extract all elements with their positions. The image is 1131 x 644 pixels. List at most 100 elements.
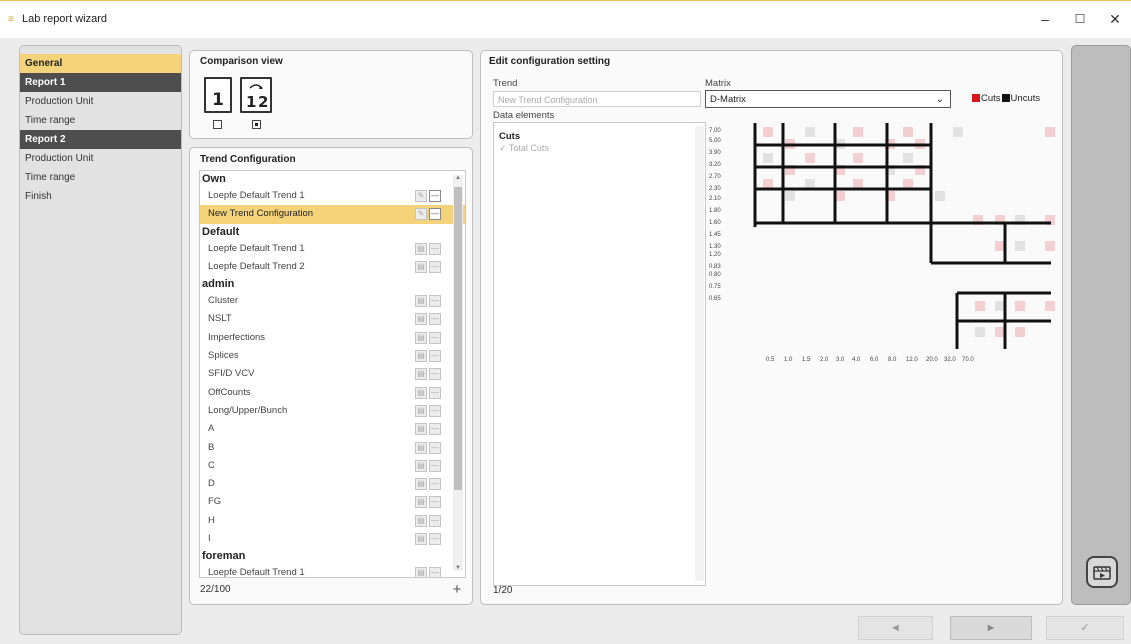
remove-icon[interactable]: — [429,567,441,577]
remove-icon[interactable]: — [429,190,441,202]
nav-item-general[interactable]: General [20,54,181,73]
d-matrix-grid[interactable]: 7.00 5.00 3.90 3.20 2.70 2.30 2.10 1.80 1.60 1.45… [705,123,1055,423]
remove-icon[interactable]: — [429,514,441,527]
copy-icon[interactable]: ▤ [415,295,427,308]
edit-icon[interactable]: ✎ [415,208,427,221]
trend-list-item[interactable]: A ▤ — [200,420,465,438]
matrix-cell[interactable] [763,127,773,137]
finish-button[interactable]: ✓ [1046,616,1124,640]
remove-icon[interactable]: — [429,478,441,491]
matrix-cell[interactable] [935,191,945,201]
copy-icon[interactable]: ▤ [415,423,427,436]
matrix-cell[interactable] [1015,301,1025,311]
trend-list-item[interactable]: Loepfe Default Trend 1 ▤ — [200,240,465,258]
matrix-cell[interactable] [903,127,913,137]
remove-icon[interactable]: — [429,295,441,308]
remove-icon[interactable]: — [429,313,441,326]
back-button[interactable]: ◄ [858,616,933,640]
copy-icon[interactable]: ▤ [415,260,427,273]
nav-item-finish[interactable]: Finish [20,187,181,206]
single-report-icon[interactable]: 1 [204,77,232,113]
matrix-cell[interactable] [853,153,863,163]
matrix-cell[interactable] [1045,241,1055,251]
trend-list-item[interactable]: Loepfe Default Trend 1 ✎ — [200,187,465,205]
trend-list-item[interactable]: OffCounts ▤ — [200,384,465,402]
matrix-cell[interactable] [853,127,863,137]
copy-icon[interactable]: ▤ [415,514,427,527]
scroll-thumb[interactable] [454,187,462,490]
matrix-cell[interactable] [1045,127,1055,137]
trend-list-item[interactable]: C ▤ — [200,457,465,475]
scroll-up-arrow-icon[interactable]: ▲ [453,175,463,181]
matrix-cell[interactable] [1015,241,1025,251]
copy-icon[interactable]: ▤ [415,386,427,399]
nav-item-production-unit[interactable]: Production Unit [20,149,181,168]
copy-icon[interactable]: ▤ [415,567,427,577]
remove-icon[interactable]: — [429,404,441,417]
data-item-total-cuts[interactable]: ✓ Total Cuts [499,143,549,154]
trend-list-item[interactable]: I ▤ — [200,530,465,548]
nav-item-time-range[interactable]: Time range [20,111,181,130]
trend-name-input[interactable]: New Trend Configuration [493,91,701,107]
copy-icon[interactable]: ▤ [415,459,427,472]
compare-reports-checkbox[interactable] [252,120,261,129]
copy-icon[interactable]: ▤ [415,331,427,344]
remove-icon[interactable]: — [429,441,441,454]
compare-reports-icon[interactable]: 1 2 [240,77,272,113]
trend-list-item[interactable]: Cluster ▤ — [200,292,465,310]
trend-list-item[interactable]: D ▤ — [200,475,465,493]
matrix-cell[interactable] [785,191,795,201]
remove-icon[interactable]: — [429,496,441,509]
remove-icon[interactable]: — [429,368,441,381]
copy-icon[interactable]: ▤ [415,404,427,417]
remove-icon[interactable]: — [429,260,441,273]
trend-list-item[interactable]: Imperfections ▤ — [200,329,465,347]
matrix-cell[interactable] [903,153,913,163]
matrix-select[interactable]: D-Matrix ⌄ [705,90,951,108]
trend-list-item[interactable]: Loepfe Default Trend 2 ▤ — [200,258,465,276]
trend-list-scrollbar[interactable]: ▲ ▼ [453,175,463,571]
trend-list-item[interactable]: Loepfe Default Trend 1 ▤ — [200,564,465,577]
remove-icon[interactable]: — [429,242,441,255]
scroll-down-arrow-icon[interactable]: ▼ [453,565,463,571]
trend-list-item[interactable]: Splices ▤ — [200,347,465,365]
copy-icon[interactable]: ▤ [415,533,427,546]
matrix-cell[interactable] [805,127,815,137]
add-trend-button[interactable]: + [450,582,464,597]
trend-list-item[interactable]: NSLT ▤ — [200,310,465,328]
copy-icon[interactable]: ▤ [415,350,427,363]
matrix-cell[interactable] [975,327,985,337]
matrix-cell[interactable] [1015,327,1025,337]
nav-item-production-unit[interactable]: Production Unit [20,92,181,111]
copy-icon[interactable]: ▤ [415,242,427,255]
close-button[interactable]: ✕ [1100,7,1130,31]
maximize-button[interactable]: ☐ [1065,7,1095,31]
trend-list-item[interactable]: New Trend Configuration ✎ — [200,205,465,224]
trend-list-item[interactable]: SFI/D VCV ▤ — [200,365,465,383]
matrix-cell[interactable] [975,301,985,311]
remove-icon[interactable]: — [429,331,441,344]
nav-item-time-range[interactable]: Time range [20,168,181,187]
edit-icon[interactable]: ✎ [415,190,427,202]
remove-icon[interactable]: — [429,423,441,436]
single-report-checkbox[interactable] [213,120,222,129]
film-icon-button[interactable] [1086,556,1118,588]
copy-icon[interactable]: ▤ [415,313,427,326]
next-button[interactable]: ► [950,616,1032,640]
copy-icon[interactable]: ▤ [415,368,427,381]
trend-list-item[interactable]: FG ▤ — [200,493,465,511]
remove-icon[interactable]: — [429,386,441,399]
matrix-cell[interactable] [805,153,815,163]
matrix-cell[interactable] [1045,301,1055,311]
trend-list-item[interactable]: Long/Upper/Bunch ▤ — [200,402,465,420]
copy-icon[interactable]: ▤ [415,478,427,491]
trend-list-item[interactable]: B ▤ — [200,439,465,457]
copy-icon[interactable]: ▤ [415,441,427,454]
matrix-cell[interactable] [953,127,963,137]
remove-icon[interactable]: — [429,459,441,472]
copy-icon[interactable]: ▤ [415,496,427,509]
remove-icon[interactable]: — [429,350,441,363]
nav-item-report-2[interactable]: Report 2 [20,130,181,149]
minimize-button[interactable]: – [1030,7,1060,31]
trend-list-item[interactable]: H ▤ — [200,512,465,530]
